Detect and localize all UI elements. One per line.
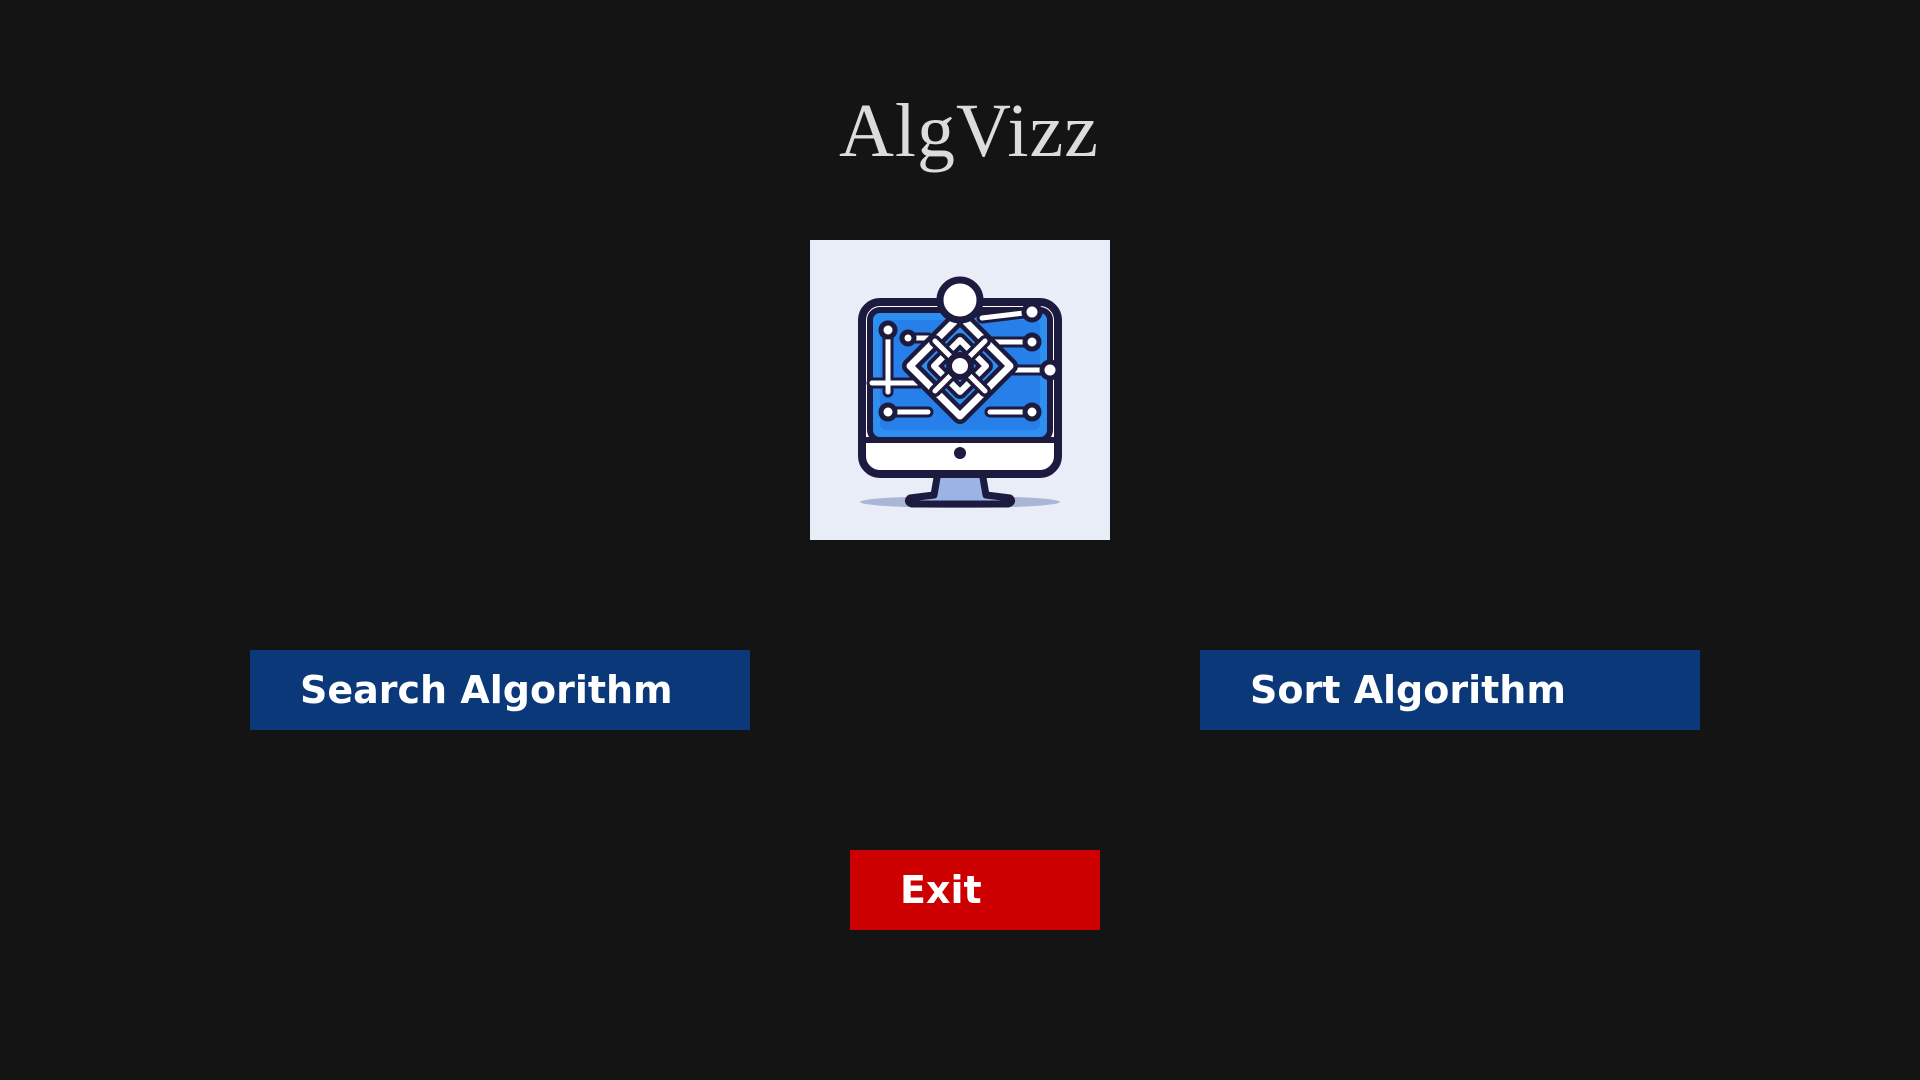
- exit-button[interactable]: Exit: [850, 850, 1100, 930]
- app-title: AlgVizz: [839, 89, 1099, 173]
- app-logo: [810, 240, 1110, 540]
- computer-monitor-algorithm-icon: [858, 276, 1062, 508]
- search-algorithm-button[interactable]: Search Algorithm: [250, 650, 750, 730]
- sort-algorithm-button[interactable]: Sort Algorithm: [1200, 650, 1700, 730]
